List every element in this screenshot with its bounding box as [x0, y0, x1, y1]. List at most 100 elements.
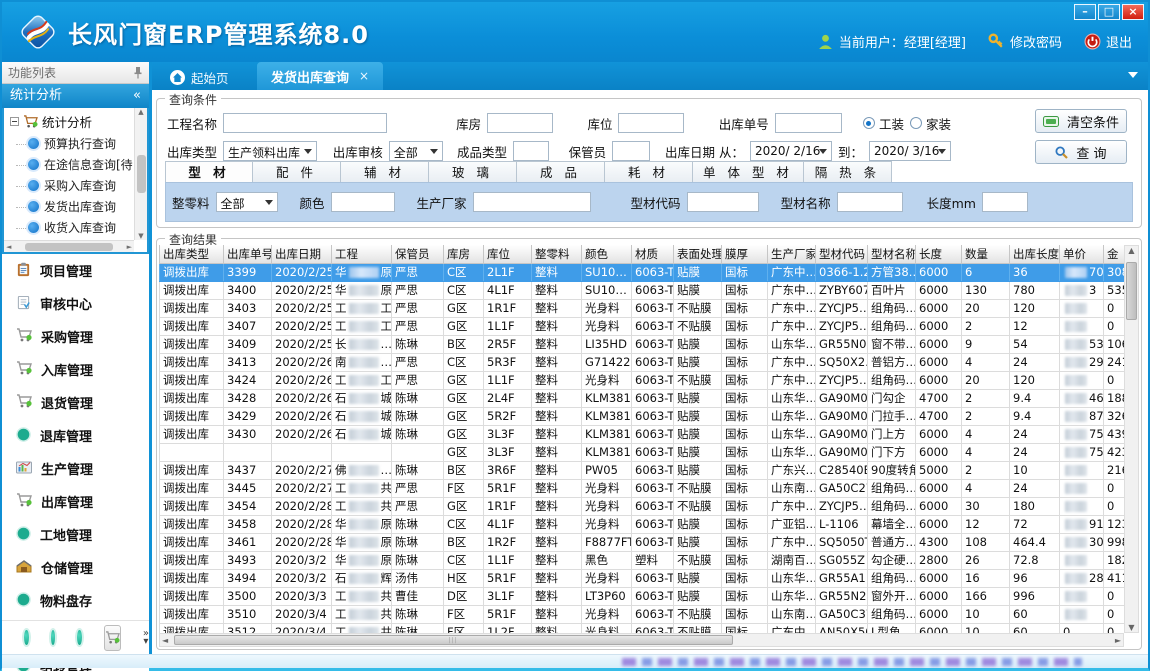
column-header-出库日期[interactable]: 出库日期 [272, 245, 332, 263]
sidebar-module-工地管理[interactable]: 工地管理 [2, 518, 149, 551]
tree-item-在途信息查询[待[interactable]: 在途信息查询[待 [6, 154, 133, 175]
project-name-input[interactable] [223, 113, 387, 133]
sidebar-module-物料盘存[interactable]: 物料盘存 [2, 584, 149, 617]
table-row[interactable]: 调拨出库34372020/2/27佛…陈琳B区3R6F整料PW056063-T5… [160, 461, 1125, 479]
tree-item-采购入库查询[interactable]: 采购入库查询 [6, 175, 133, 196]
date-to-select[interactable]: 2020/ 3/16 [869, 141, 951, 161]
pin-icon[interactable] [133, 66, 143, 79]
column-header-型材名称[interactable]: 型材名称 [868, 245, 916, 263]
table-row[interactable]: 调拨出库34282020/2/26石城陈琳G区2L4F整料KLM38176063… [160, 389, 1125, 407]
module-dot-icon[interactable] [51, 630, 56, 645]
table-row[interactable]: 调拨出库34092020/2/25长…陈琳B区2R5F整料LI35HD6063-… [160, 335, 1125, 353]
column-header-整零料[interactable]: 整零料 [532, 245, 582, 263]
column-header-单价[interactable]: 单价 [1060, 245, 1104, 263]
date-from-select[interactable]: 2020/ 2/16 [750, 141, 832, 161]
keeper-input[interactable] [612, 141, 650, 161]
table-row[interactable]: 调拨出库34242020/2/26工工程严思G区1L1F整料光身料6063-T5… [160, 371, 1125, 389]
profile-code-input[interactable] [687, 192, 759, 212]
sidebar-module-生产管理[interactable]: 生产管理 [2, 452, 149, 485]
tab-overflow-icon[interactable] [1128, 72, 1138, 78]
location-input[interactable] [618, 113, 684, 133]
color-input[interactable] [331, 192, 395, 212]
collapse-icon[interactable]: « [133, 84, 141, 108]
tree-item-收货入库查询[interactable]: 收货入库查询 [6, 217, 133, 238]
material-tab-配件[interactable]: 配 件 [253, 161, 341, 183]
table-row[interactable]: 调拨出库34582020/2/28华原…陈琳C区4L1F整料光身料6063-T5… [160, 515, 1125, 533]
sidebar-module-项目管理[interactable]: 项目管理 [2, 254, 149, 287]
column-header-出库单号[interactable]: 出库单号 [224, 245, 272, 263]
material-tab-型材[interactable]: 型 材 [165, 161, 253, 183]
tree-vertical-scrollbar[interactable]: ▲▼ [134, 108, 147, 240]
table-horizontal-scrollbar[interactable]: ◄|||► [159, 633, 1124, 647]
whole-part-select[interactable]: 全部 [216, 192, 278, 212]
column-header-颜色[interactable]: 颜色 [582, 245, 632, 263]
sidebar-module-退货管理[interactable]: 退货管理 [2, 386, 149, 419]
table-row[interactable]: 调拨出库34452020/2/27工共工程严思F区5R1F整料光身料6063-T… [160, 479, 1125, 497]
search-button[interactable]: 查 询 [1035, 140, 1127, 164]
material-tab-成品[interactable]: 成 品 [517, 161, 605, 183]
table-row[interactable]: 调拨出库35122020/3/4工共工程陈琳F区1L2F整料光身料6063-T5… [160, 623, 1125, 633]
table-row[interactable]: 调拨出库34002020/2/25华原…严思C区4L1F整料SU10…6063-… [160, 281, 1125, 299]
radio-gongzhuang[interactable]: 工装 [863, 114, 904, 133]
table-row[interactable]: 调拨出库34932020/3/2华原…陈琳C区1L1F整料黑色塑料不贴膜国标湖南… [160, 551, 1125, 569]
tab-home[interactable]: 起始页 [160, 65, 239, 90]
column-header-出库类型[interactable]: 出库类型 [160, 245, 224, 263]
sidebar-module-采购管理[interactable]: 采购管理 [2, 320, 149, 353]
length-input[interactable] [982, 192, 1028, 212]
column-header-工程[interactable]: 工程 [332, 245, 392, 263]
column-header-库位[interactable]: 库位 [484, 245, 532, 263]
tree-root-statistics[interactable]: 统计分析 [6, 110, 133, 133]
tree-item-预算执行查询[interactable]: 预算执行查询 [6, 133, 133, 154]
column-header-库房[interactable]: 库房 [444, 245, 484, 263]
sidebar-module-仓储管理[interactable]: 仓储管理 [2, 551, 149, 584]
table-row[interactable]: 调拨出库35002020/3/3工共工程曹佳D区3L1F整料LT3P606063… [160, 587, 1125, 605]
table-row[interactable]: 调拨出库34942020/3/2石辉城汤伟H区5R1F整料光身料6063-T5贴… [160, 569, 1125, 587]
material-tab-耗材[interactable]: 耗 材 [605, 161, 693, 183]
material-tab-辅材[interactable]: 辅 材 [341, 161, 429, 183]
column-header-出库长度[interactable]: 出库长度 [1010, 245, 1060, 263]
table-row[interactable]: 调拨出库34032020/2/25工工程严思G区1R1F整料光身料6063-T5… [160, 299, 1125, 317]
tree-item-发货出库查询[interactable]: 发货出库查询 [6, 196, 133, 217]
column-header-生产厂家[interactable]: 生产厂家 [768, 245, 816, 263]
table-vertical-scrollbar[interactable]: ▲▼ [1124, 245, 1139, 633]
close-button[interactable]: × [1122, 4, 1144, 20]
column-header-表面处理[interactable]: 表面处理 [674, 245, 722, 263]
table-row[interactable]: 调拨出库33992020/2/25华原…严思C区2L1F整料SU10…6063-… [160, 263, 1125, 281]
table-row[interactable]: G区3L3F整料KLM38176063-T5贴膜国标山东华…GA90M09.门下… [160, 443, 1125, 461]
material-tab-隔热条[interactable]: 隔 热 条 [804, 161, 892, 183]
material-tab-玻璃[interactable]: 玻 璃 [429, 161, 517, 183]
radio-jiazhuang[interactable]: 家装 [910, 114, 951, 133]
clear-conditions-button[interactable]: 清空条件 [1035, 109, 1127, 133]
column-header-长度[interactable]: 长度 [916, 245, 962, 263]
tree-horizontal-scrollbar[interactable]: ◄► [4, 240, 134, 252]
table-row[interactable]: 调拨出库34292020/2/26石城陈琳G区5R2F整料KLM38176063… [160, 407, 1125, 425]
change-password-button[interactable]: 修改密码 [988, 32, 1062, 51]
section-header-statistics[interactable]: 统计分析 « [2, 84, 149, 108]
module-cart-button[interactable] [104, 625, 121, 651]
material-tab-单体型材[interactable]: 单 体 型 材 [693, 161, 804, 183]
module-dot-icon[interactable] [77, 630, 82, 645]
sidebar-module-退库管理[interactable]: 退库管理 [2, 419, 149, 452]
table-row[interactable]: 调拨出库35102020/3/4工共工程陈琳F区5R1F整料光身料6063-T5… [160, 605, 1125, 623]
maker-input[interactable] [473, 192, 591, 212]
module-overflow-button[interactable]: »▾ [143, 630, 149, 646]
minimize-button[interactable]: – [1074, 4, 1096, 20]
module-dot-icon[interactable] [24, 630, 29, 645]
column-header-材质[interactable]: 材质 [632, 245, 674, 263]
sidebar-module-入库管理[interactable]: 入库管理 [2, 353, 149, 386]
table-row[interactable]: 调拨出库34132020/2/26南…严思C区5R3F整料G714226063-… [160, 353, 1125, 371]
column-header-保管员[interactable]: 保管员 [392, 245, 444, 263]
table-row[interactable]: 调拨出库34302020/2/26石城陈琳G区3L3F整料KLM38176063… [160, 425, 1125, 443]
sidebar-module-出库管理[interactable]: 出库管理 [2, 485, 149, 518]
column-header-膜厚[interactable]: 膜厚 [722, 245, 768, 263]
table-row[interactable]: 调拨出库34612020/2/28华原…陈琳B区1R2F整料F8877FT606… [160, 533, 1125, 551]
column-header-型材代码[interactable]: 型材代码 [816, 245, 868, 263]
tree-expander-icon[interactable] [10, 117, 19, 126]
tab-close-icon[interactable]: × [359, 69, 369, 83]
column-header-金[interactable]: 金 [1104, 245, 1125, 263]
column-header-数量[interactable]: 数量 [962, 245, 1010, 263]
table-row[interactable]: 调拨出库34072020/2/25工工程严思G区1L1F整料光身料6063-T5… [160, 317, 1125, 335]
table-row[interactable]: 调拨出库34542020/2/28工共工程严思G区1R1F整料光身料6063-T… [160, 497, 1125, 515]
tab-shipping-outbound-query[interactable]: 发货出库查询 × [257, 62, 383, 90]
outbound-audit-select[interactable]: 全部 [389, 141, 443, 161]
